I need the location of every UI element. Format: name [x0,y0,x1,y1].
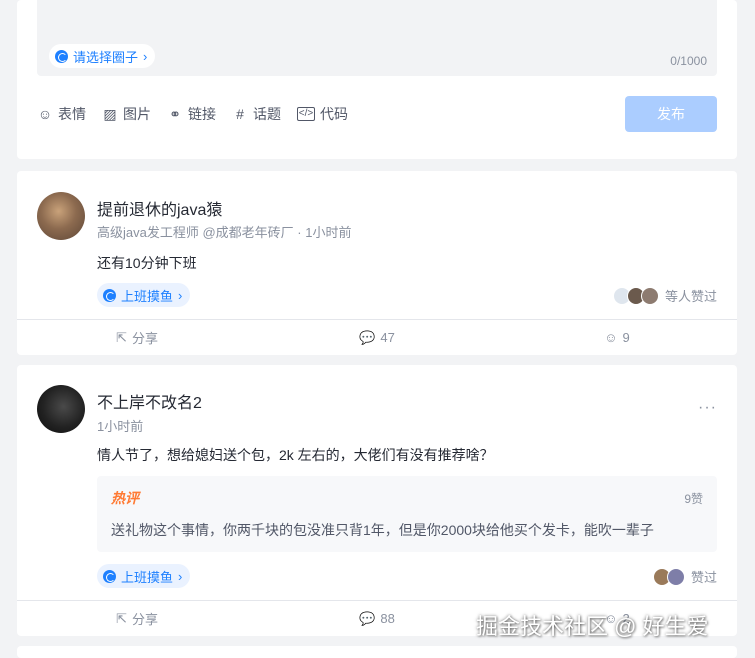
post-content[interactable]: 情人节了，想给媳妇送个包，2k 左右的，大佬们有没有推荐啥？ [97,445,494,465]
code-button[interactable]: </> 代码 [297,104,348,124]
link-label: 链接 [188,106,216,122]
post-card [17,646,737,658]
author-meta: 高级java发工程师 @成都老年砖厂 · 1小时前 [97,225,352,240]
comment-count: 88 [380,611,395,626]
emoji-icon: ☺ [37,106,53,122]
share-button[interactable]: ⇱ 分享 [17,320,257,355]
publish-button[interactable]: 发布 [625,96,717,132]
comment-icon: 💬 [359,610,376,626]
topic-tag[interactable]: 上班摸鱼 › [97,564,191,588]
post-actions: ⇱ 分享 💬 47 ☺ 9 [17,319,737,355]
post-card: 提前退休的java猿 高级java发工程师 @成都老年砖厂 · 1小时前 还有1… [17,171,737,355]
char-counter: 0/1000 [670,54,707,68]
link-icon: ⚭ [169,105,181,122]
author-meta: 1小时前 [97,419,144,434]
image-button[interactable]: ▨ 图片 [102,104,151,124]
liker-avatar [640,286,659,305]
post-card: 不上岸不改名2 1小时前 ··· 情人节了，想给媳妇送个包，2k 左右的，大佬们… [17,365,737,636]
avatar[interactable] [37,385,85,433]
like-icon: ☺ [604,330,618,345]
topic-label: 话题 [253,106,281,122]
comment-icon: 💬 [359,329,376,345]
like-count: 9 [622,330,630,345]
code-label: 代码 [320,106,348,122]
watermark: 掘金技术社区 @ 好生爱 [476,614,709,639]
post-content[interactable]: 还有10分钟下班 [97,253,197,273]
circle-icon [103,288,116,302]
likers-summary[interactable]: 赞过 [652,567,717,586]
share-icon: ⇱ [116,329,127,345]
author-name[interactable]: 提前退休的java猿 [97,196,222,220]
select-circle-button[interactable]: 请选择圈子 › [49,44,156,68]
liker-avatar [666,567,685,586]
circle-icon [55,49,68,63]
likers-text: 赞过 [690,570,717,585]
hot-comment[interactable]: 热评 9赞 送礼物这个事情，你两千块的包没准只背1年，但是你2000块给他买个发… [97,476,717,552]
like-button[interactable]: ☺ 9 [497,320,737,355]
likers-summary[interactable]: 等人赞过 [612,286,717,305]
comment-button[interactable]: 💬 47 [257,320,497,355]
share-label: 分享 [131,331,158,346]
chevron-right-icon: › [143,48,148,64]
post-composer: 请选择圈子 › 0/1000 ☺ 表情 ▨ 图片 ⚭ 链接 # 话题 </> 代… [17,0,737,159]
chevron-right-icon: › [178,568,183,584]
circle-icon [103,569,116,583]
comment-count: 47 [380,330,395,345]
hashtag-icon: # [236,106,244,122]
author-name[interactable]: 不上岸不改名2 [97,389,202,413]
chevron-right-icon: › [178,287,183,303]
emoji-label: 表情 [58,106,86,122]
hot-comment-badge: 热评 [111,490,139,506]
image-icon: ▨ [103,105,117,122]
share-icon: ⇱ [116,610,127,626]
topic-tag[interactable]: 上班摸鱼 › [97,283,191,307]
code-icon: </> [297,107,315,121]
hot-comment-likes: 9赞 [684,492,703,506]
avatar[interactable] [37,192,85,240]
share-label: 分享 [131,612,158,627]
comment-button[interactable]: 💬 88 [257,601,497,636]
share-button[interactable]: ⇱ 分享 [17,601,257,636]
link-button[interactable]: ⚭ 链接 [167,104,216,124]
emoji-button[interactable]: ☺ 表情 [37,104,86,124]
select-circle-label: 请选择圈子 [73,49,139,65]
more-options-icon[interactable]: ··· [698,399,717,417]
composer-textarea[interactable]: 请选择圈子 › 0/1000 [37,0,717,76]
hot-comment-text: 送礼物这个事情，你两千块的包没准只背1年，但是你2000块给他买个发卡，能吹一辈… [111,522,654,538]
topic-label: 上班摸鱼 [121,288,174,304]
composer-toolbar: ☺ 表情 ▨ 图片 ⚭ 链接 # 话题 </> 代码 [37,104,348,124]
topic-button[interactable]: # 话题 [232,104,281,124]
likers-text: 等人赞过 [664,289,717,304]
image-label: 图片 [123,106,151,122]
topic-label: 上班摸鱼 [121,569,174,585]
